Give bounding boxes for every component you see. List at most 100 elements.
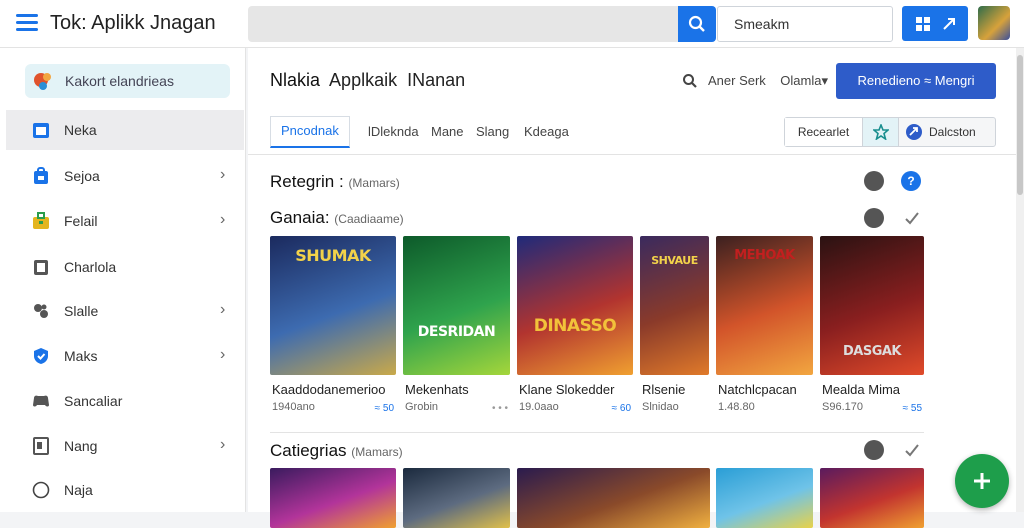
search-input[interactable] [717,6,893,42]
check-icon[interactable] [904,210,920,226]
game-cover: DINASSO [517,236,633,375]
sidebar-item-label: Neka [64,122,97,138]
expand-icon [943,18,955,30]
game-cover[interactable] [820,468,924,528]
plus-icon [974,473,990,489]
tab-mane[interactable]: Mane [431,124,464,139]
book-icon [33,437,49,455]
sidebar-item-charlola[interactable]: Charlola [6,247,244,287]
header-dropdown[interactable]: Olamla▾ [780,73,828,88]
tab-kdeaga[interactable]: Kdeaga [524,124,569,139]
page-title: Nlakia Applkaik INanan [270,70,466,90]
tab-pncodnak[interactable]: Pncodnak [270,116,350,148]
game-cover[interactable] [517,468,710,528]
game-cover[interactable] [716,468,813,528]
game-card[interactable]: SHVAUE Rlsenie Slnidao [640,236,709,436]
game-cover: MEHOAK [716,236,813,375]
clipboard-icon [34,260,48,275]
game-title: Rlsenie [642,382,686,397]
game-cover: DESRIDAN [403,236,510,375]
sidebar-item-naja[interactable]: Naja [6,470,244,510]
sidebar-item-label: Nang [64,438,98,454]
game-meta: Grobin [405,401,439,413]
palette-icon [34,73,51,90]
sidebar-item-maks[interactable]: Maks › [6,336,244,376]
tab-ldleknda[interactable]: lDleknda [368,124,419,139]
chevron-right-icon: › [220,301,226,318]
game-title: Kaaddodanemerioo [272,382,386,397]
section-title: Retegrin : (Mamars) [270,172,400,191]
game-tag: ≈ 55 [902,403,922,414]
sidebar-item-nang[interactable]: Nang › [6,426,244,466]
sidebar-item-neka[interactable]: Neka [6,110,244,150]
sidebar-item-featured[interactable]: Kakort elandrieas [25,64,230,98]
chevron-right-icon: › [220,211,226,228]
sidebar-item-sejoa[interactable]: Sejoa › [6,156,244,196]
compass-icon[interactable] [864,171,884,191]
game-meta: S96.170 [822,401,863,413]
game-title: Mealda Mima [822,382,901,397]
menu-icon[interactable] [16,14,38,32]
header-links: Aner Serk Olamla▾ [708,73,828,89]
compass-icon[interactable] [864,208,884,228]
game-card[interactable]: DASGAK Mealda Mima S96.170 ≈ 55 [820,236,924,436]
game-title: Mekenhats [405,382,469,397]
game-meta: Slnidao [642,401,679,413]
sidebar-item-sancaliar[interactable]: Sancaliar [6,381,244,421]
sidebar-item-felail[interactable]: Felail › [6,201,244,241]
divider [270,432,924,433]
game-tag: ≈ 50 [374,403,394,414]
sidebar-item-label: Charlola [64,259,117,275]
game-card[interactable]: SHUMAK Kaaddodanemerioo 1940ano ≈ 50 [270,236,396,436]
shield-icon [34,348,48,364]
gamepad-icon [33,395,49,407]
chevron-right-icon: › [220,166,226,183]
sidebar-item-slalle[interactable]: Slalle › [6,291,244,331]
game-cover: SHUMAK [270,236,396,375]
section-title: Catiegrias (Mamars) [270,441,403,460]
main-content: Nlakia Applkaik INanan Aner Serk Olamla▾… [248,48,1016,528]
game-meta: 1.48.80 [718,401,755,413]
avatar[interactable] [978,6,1010,40]
game-meta: 19.0aao [519,401,559,413]
scrollbar-thumb[interactable] [1017,55,1023,195]
game-card[interactable]: DESRIDAN Mekenhats Grobin • • • [403,236,510,436]
segment-recearlet[interactable]: Recearlet [785,118,863,146]
game-cover: SHVAUE [640,236,709,375]
chevron-right-icon: › [220,436,226,453]
search-bar[interactable] [248,6,678,42]
game-tag: • • • [491,403,508,414]
sidebar-item-label: Sejoa [64,168,100,184]
apps-grid-button[interactable] [902,6,968,41]
link-icon [906,124,922,140]
game-title: Klane Slokedder [519,382,615,397]
game-card[interactable]: MEHOAK Natchlcpacan 1.48.80 [716,236,813,436]
sidebar-item-label: Naja [64,482,93,498]
tab-slang[interactable]: Slang [476,124,509,139]
app-title: Tok: Aplikk Jnagan [50,12,216,34]
circle-icon [32,481,50,499]
game-meta: 1940ano [272,401,315,413]
game-card[interactable]: DINASSO Klane Slokedder 19.0aao ≈ 60 [517,236,633,436]
calendar-icon [33,123,49,138]
check-icon[interactable] [904,442,920,458]
search-button[interactable] [678,6,716,42]
game-cover[interactable] [270,468,396,528]
game-cover: DASGAK [820,236,924,375]
search-icon [688,15,705,32]
puzzle-icon [34,304,48,318]
help-icon[interactable]: ? [901,171,921,191]
primary-action-button[interactable]: Renedieno ≈ Mengri [836,63,996,99]
segment-dalcston[interactable]: Dalcston [899,118,995,146]
divider [248,154,1016,155]
header-link-1[interactable]: Aner Serk [708,73,766,88]
add-button[interactable] [955,454,1009,508]
compass-icon[interactable] [864,440,884,460]
sidebar-item-label: Sancaliar [64,393,123,409]
segment-star[interactable] [863,118,899,146]
game-cover[interactable] [403,468,510,528]
sidebar-item-label: Kakort elandrieas [65,73,174,89]
search-icon[interactable] [682,73,698,89]
view-toggle: Recearlet Dalcston [784,117,996,147]
sidebar: Kakort elandrieas Neka Sejoa › Felail › … [0,48,246,512]
